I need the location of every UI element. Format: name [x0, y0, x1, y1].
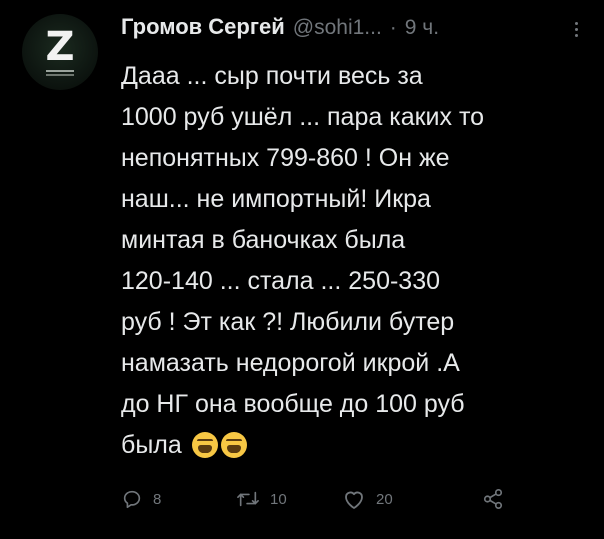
author-handle[interactable]: @sohi1...: [293, 16, 382, 40]
retweet-button[interactable]: 10: [236, 484, 287, 514]
separator-dot: ·: [389, 16, 397, 39]
tweet[interactable]: Z Громов Сергей @sohi1... · 9 ч. Дааа ..…: [0, 0, 604, 539]
avatar[interactable]: Z: [22, 14, 98, 90]
author-name[interactable]: Громов Сергей: [121, 14, 285, 40]
avatar-letter: Z: [45, 24, 75, 70]
like-button[interactable]: 20: [342, 484, 393, 514]
heart-icon: [345, 491, 363, 509]
weary-face-emoji: [191, 432, 218, 458]
like-count: 20: [376, 490, 393, 508]
share-button[interactable]: [482, 484, 504, 514]
retweet-icon: [237, 491, 259, 507]
tweet-header: Громов Сергей @sohi1... · 9 ч.: [121, 14, 439, 44]
retweet-count: 10: [270, 490, 287, 508]
tweet-actions: 8 10 20: [121, 484, 521, 514]
more-options-icon[interactable]: [574, 22, 580, 40]
reply-button[interactable]: 8: [121, 484, 161, 514]
tweet-time[interactable]: 9 ч.: [405, 16, 439, 40]
reply-count: 8: [153, 490, 162, 508]
avatar-decoration: [46, 70, 74, 72]
share-icon: [483, 489, 503, 509]
weary-face-emoji: [220, 432, 247, 458]
tweet-text: Дааа ... сыр почти весь за 1000 руб ушёл…: [121, 62, 485, 459]
tweet-text-block: Дааа ... сыр почти весь за 1000 руб ушёл…: [121, 56, 591, 466]
reply-icon: [123, 490, 141, 509]
